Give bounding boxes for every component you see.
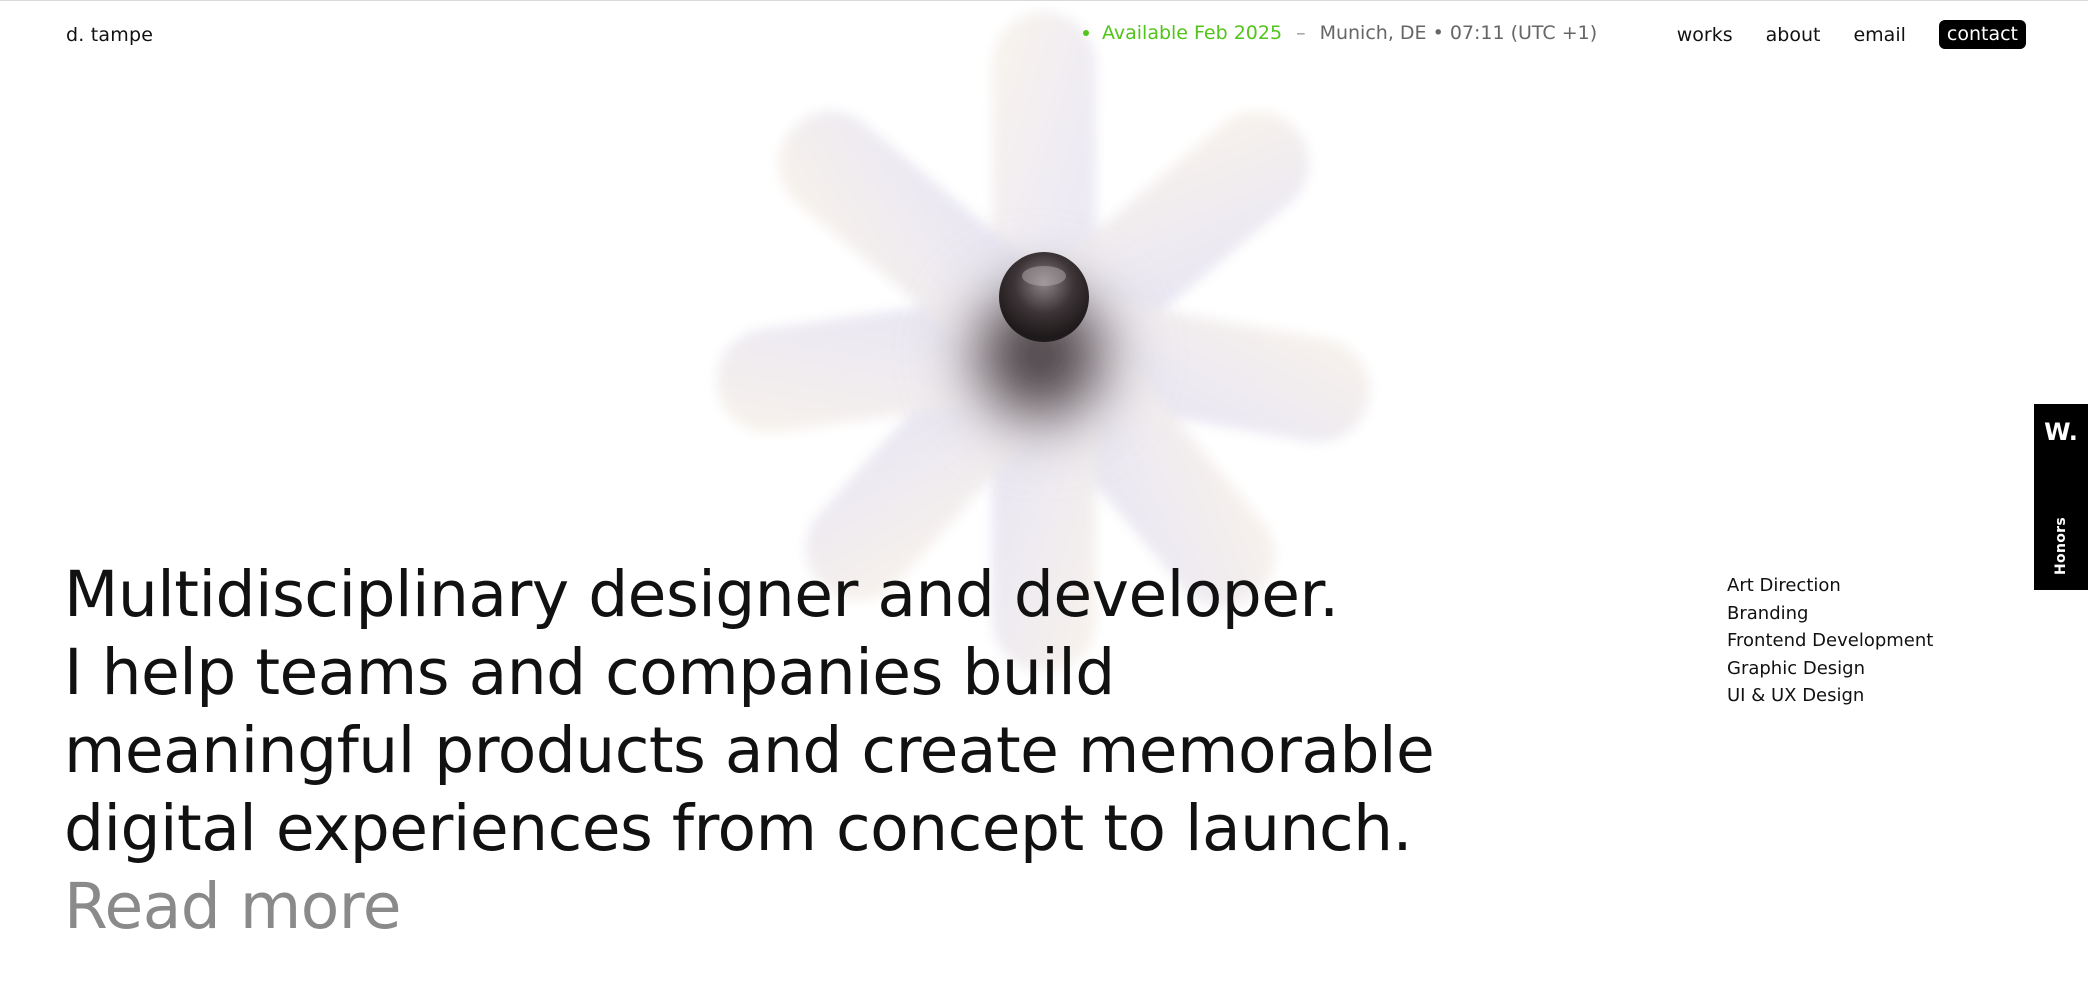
top-divider xyxy=(0,0,2088,1)
availability-status: Available Feb 2025 – Munich, DE • 07:11 … xyxy=(1083,22,1597,44)
contact-button[interactable]: contact xyxy=(1938,20,2026,49)
hero-headline-line: meaningful products and create memorable xyxy=(64,714,1435,787)
nav-works-link[interactable]: works xyxy=(1677,24,1733,46)
service-item: Branding xyxy=(1727,602,1809,624)
service-item: Art Direction xyxy=(1727,575,1841,596)
service-item: Frontend Development xyxy=(1727,630,1934,651)
honors-label: Honors xyxy=(2053,517,2069,575)
location-time-text: Munich, DE • 07:11 (UTC +1) xyxy=(1319,22,1598,44)
service-item: UI & UX Design xyxy=(1727,685,1865,706)
awwwards-logo-icon: W. xyxy=(2044,418,2078,446)
logo-link[interactable]: d. tampe xyxy=(66,24,153,46)
page: d. tampe Available Feb 2025 – Munich, DE… xyxy=(0,0,2088,992)
service-item: Graphic Design xyxy=(1727,657,1865,679)
hero-intro: Multidisciplinary designer and developer… xyxy=(64,556,1464,946)
main-nav: works about email contact xyxy=(1677,20,2026,49)
nav-about-link[interactable]: about xyxy=(1766,24,1821,46)
read-more-link[interactable]: Read more xyxy=(64,868,402,946)
services-list: Art Direction Branding Frontend Developm… xyxy=(1727,572,1933,710)
hero-headline-line: I help teams and companies build xyxy=(64,636,1115,709)
hero-headline-line: digital experiences from concept to laun… xyxy=(64,792,1413,865)
nav-email-link[interactable]: email xyxy=(1853,24,1905,46)
availability-text: Available Feb 2025 xyxy=(1102,22,1283,44)
hero-headline-line: Multidisciplinary designer and developer… xyxy=(64,558,1339,631)
status-dot-icon xyxy=(1083,30,1089,36)
honors-badge[interactable]: W. Honors xyxy=(2034,404,2088,590)
status-separator: – xyxy=(1296,22,1306,44)
